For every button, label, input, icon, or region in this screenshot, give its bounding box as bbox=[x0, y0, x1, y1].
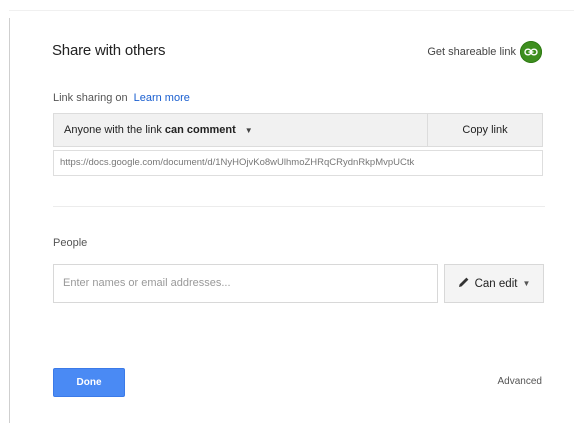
link-access-dropdown[interactable]: Anyone with the link can comment ▼ bbox=[54, 114, 427, 146]
learn-more-link[interactable]: Learn more bbox=[134, 92, 190, 104]
dialog-top-border bbox=[9, 10, 574, 11]
share-dialog: Share with others Get shareable link Lin… bbox=[0, 0, 574, 423]
copy-link-button[interactable]: Copy link bbox=[427, 114, 542, 146]
link-icon[interactable] bbox=[520, 41, 542, 63]
advanced-link[interactable]: Advanced bbox=[498, 376, 542, 387]
done-button[interactable]: Done bbox=[53, 368, 125, 397]
link-access-prefix: Anyone with the link bbox=[64, 124, 162, 136]
dialog-left-border bbox=[9, 18, 10, 423]
link-sharing-status-label: Link sharing on bbox=[53, 92, 128, 104]
share-url-field[interactable]: https://docs.google.com/document/d/1NyHO… bbox=[53, 150, 543, 176]
chevron-down-icon: ▼ bbox=[522, 279, 531, 288]
permission-dropdown[interactable]: Can edit ▼ bbox=[444, 264, 544, 303]
link-access-bar: Anyone with the link can comment ▼ Copy … bbox=[53, 113, 543, 147]
people-label: People bbox=[53, 237, 88, 249]
chevron-down-icon: ▼ bbox=[244, 125, 253, 135]
permission-label: Can edit bbox=[474, 277, 518, 290]
dialog-title: Share with others bbox=[52, 42, 166, 59]
link-access-level: can comment bbox=[164, 124, 236, 136]
pencil-icon bbox=[458, 276, 470, 291]
people-input[interactable]: Enter names or email addresses... bbox=[53, 264, 438, 303]
link-sharing-status: Link sharing on Learn more bbox=[53, 92, 190, 104]
get-shareable-link-label: Get shareable link bbox=[427, 46, 516, 58]
section-divider bbox=[53, 206, 545, 207]
get-shareable-link-button[interactable]: Get shareable link bbox=[427, 40, 542, 64]
